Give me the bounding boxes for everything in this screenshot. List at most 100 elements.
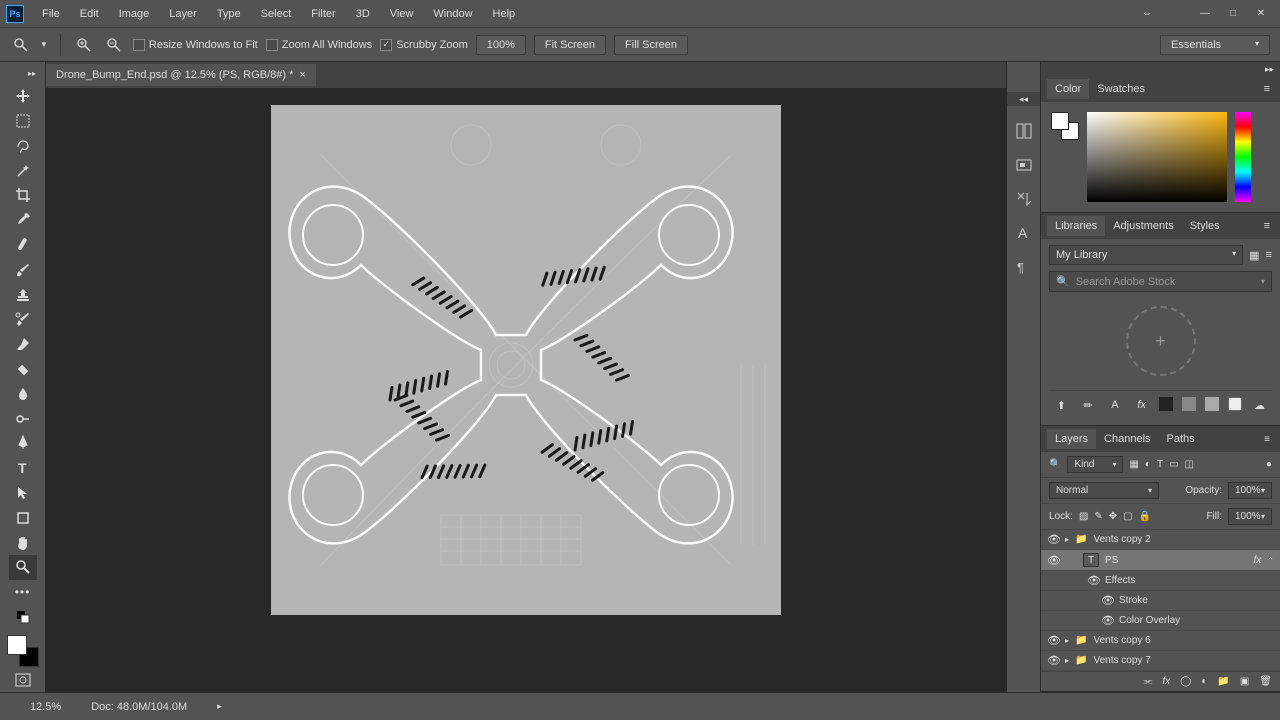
lib-swatch2-icon[interactable] bbox=[1182, 397, 1196, 411]
expand-panels-icon[interactable]: ◂◂ bbox=[1007, 92, 1040, 106]
fit-screen-button[interactable]: Fit Screen bbox=[534, 35, 606, 55]
layer-fx-icon[interactable]: fx bbox=[1162, 676, 1170, 687]
hue-slider[interactable] bbox=[1235, 112, 1251, 202]
tab-channels[interactable]: Channels bbox=[1096, 429, 1158, 449]
collapse-panels-icon[interactable]: ▸▸ bbox=[1041, 62, 1280, 76]
filter-pixel-icon[interactable]: ▦ bbox=[1129, 459, 1138, 470]
layer-row[interactable]: 👁 ▸ 📁 Vents copy 7 bbox=[1041, 651, 1280, 671]
delete-layer-icon[interactable]: 🗑 bbox=[1259, 676, 1272, 687]
menu-window[interactable]: Window bbox=[425, 6, 480, 22]
panel-menu-icon[interactable]: ≡ bbox=[1260, 83, 1274, 95]
tab-paths[interactable]: Paths bbox=[1159, 429, 1203, 449]
status-zoom[interactable]: 12.5% bbox=[30, 701, 61, 713]
maximize-button[interactable]: □ bbox=[1220, 4, 1246, 24]
tab-swatches[interactable]: Swatches bbox=[1089, 79, 1153, 99]
visibility-icon[interactable]: 👁 bbox=[1101, 594, 1113, 607]
lib-upload-icon[interactable]: ⬆ bbox=[1052, 397, 1070, 413]
lib-swatch1-icon[interactable] bbox=[1159, 397, 1173, 411]
panel-menu-icon[interactable]: ≡ bbox=[1260, 220, 1274, 232]
zoom-tool[interactable] bbox=[9, 555, 37, 580]
menu-filter[interactable]: Filter bbox=[303, 6, 343, 22]
lib-char-icon[interactable]: A bbox=[1106, 397, 1124, 413]
layer-name[interactable]: Vents copy 2 bbox=[1093, 534, 1150, 545]
lib-fx-icon[interactable]: fx bbox=[1133, 397, 1151, 413]
fx-badge[interactable]: fx bbox=[1254, 555, 1262, 566]
toolbar-expand-icon[interactable]: ▸▸ bbox=[22, 68, 42, 80]
filter-toggle-icon[interactable]: ● bbox=[1266, 459, 1272, 470]
status-doc-size[interactable]: Doc: 48.0M/104.0M bbox=[91, 701, 187, 713]
properties-panel-icon[interactable] bbox=[1015, 156, 1033, 174]
hand-tool[interactable] bbox=[9, 530, 37, 555]
paragraph-panel-icon[interactable]: ¶ bbox=[1015, 258, 1033, 276]
filter-search-icon[interactable]: 🔍 bbox=[1049, 459, 1061, 470]
panel-menu-icon[interactable]: ≡ bbox=[1260, 434, 1274, 445]
layer-effects-row[interactable]: 👁 Effects bbox=[1041, 571, 1280, 591]
visibility-icon[interactable]: 👁 bbox=[1087, 574, 1099, 587]
filter-smart-icon[interactable]: ◫ bbox=[1185, 459, 1194, 470]
list-view-icon[interactable]: ≡ bbox=[1266, 249, 1272, 261]
lock-all-icon[interactable]: 🔒 bbox=[1139, 511, 1151, 522]
visibility-icon[interactable]: 👁 bbox=[1047, 654, 1059, 667]
blur-tool[interactable] bbox=[9, 381, 37, 406]
color-panel-swatches[interactable] bbox=[1051, 112, 1079, 140]
layer-effect-row[interactable]: 👁 Color Overlay bbox=[1041, 611, 1280, 631]
visibility-icon[interactable]: 👁 bbox=[1101, 614, 1113, 627]
filter-type-icon[interactable]: T bbox=[1157, 459, 1163, 470]
fill-input[interactable]: 100%▾ bbox=[1228, 508, 1272, 525]
character-panel-icon[interactable] bbox=[1015, 190, 1033, 208]
lock-transparency-icon[interactable]: ▨ bbox=[1079, 511, 1088, 522]
stock-search-input[interactable]: 🔍 Search Adobe Stock ▾ bbox=[1049, 271, 1272, 292]
filter-adjust-icon[interactable]: ◐ bbox=[1145, 459, 1151, 470]
opacity-input[interactable]: 100%▾ bbox=[1228, 482, 1272, 499]
lib-swatch3-icon[interactable] bbox=[1205, 397, 1219, 411]
menu-layer[interactable]: Layer bbox=[161, 6, 205, 22]
color-field[interactable] bbox=[1087, 112, 1227, 202]
layer-name[interactable]: Vents copy 6 bbox=[1093, 635, 1150, 646]
visibility-icon[interactable]: 👁 bbox=[1047, 634, 1059, 647]
lock-pixels-icon[interactable]: ✎ bbox=[1094, 511, 1102, 522]
menu-type[interactable]: Type bbox=[209, 6, 249, 22]
lock-position-icon[interactable]: ✥ bbox=[1109, 511, 1117, 522]
color-swatches[interactable] bbox=[7, 635, 39, 667]
filter-kind-dropdown[interactable]: Kind▾ bbox=[1067, 456, 1123, 473]
foreground-color-swatch[interactable] bbox=[7, 635, 27, 655]
gradient-tool[interactable] bbox=[9, 357, 37, 382]
shape-tool[interactable] bbox=[9, 505, 37, 530]
grid-view-icon[interactable]: ▦ bbox=[1249, 249, 1259, 262]
close-button[interactable]: ✕ bbox=[1248, 4, 1274, 24]
library-dropdown[interactable]: My Library▾ bbox=[1049, 245, 1243, 265]
history-brush-tool[interactable] bbox=[9, 307, 37, 332]
link-layers-icon[interactable]: ⫘ bbox=[1143, 676, 1152, 687]
clone-stamp-tool[interactable] bbox=[9, 282, 37, 307]
layer-name[interactable]: Vents copy 7 bbox=[1093, 655, 1150, 666]
layer-name[interactable]: PS bbox=[1105, 555, 1118, 566]
lasso-tool[interactable] bbox=[9, 134, 37, 159]
menu-file[interactable]: File bbox=[34, 6, 68, 22]
menu-3d[interactable]: 3D bbox=[348, 6, 378, 22]
history-panel-icon[interactable] bbox=[1015, 122, 1033, 140]
tab-adjustments[interactable]: Adjustments bbox=[1105, 216, 1182, 236]
new-layer-icon[interactable]: ▣ bbox=[1240, 676, 1249, 687]
dock-toggle-icon[interactable]: ⇔ bbox=[1134, 4, 1160, 24]
eraser-tool[interactable] bbox=[9, 332, 37, 357]
scrubby-zoom-checkbox[interactable]: ✓Scrubby Zoom bbox=[380, 39, 468, 51]
path-selection-tool[interactable] bbox=[9, 481, 37, 506]
tab-styles[interactable]: Styles bbox=[1182, 216, 1228, 236]
layer-row[interactable]: 👁 ▸ 📁 Vents copy 2 bbox=[1041, 530, 1280, 550]
canvas[interactable] bbox=[271, 105, 781, 615]
menu-select[interactable]: Select bbox=[253, 6, 300, 22]
adjustment-layer-icon[interactable]: ◐ bbox=[1201, 676, 1207, 687]
zoom-percent-button[interactable]: 100% bbox=[476, 35, 526, 55]
lib-cloud-icon[interactable]: ☁ bbox=[1251, 397, 1269, 413]
eyedropper-tool[interactable] bbox=[9, 208, 37, 233]
blend-mode-dropdown[interactable]: Normal▾ bbox=[1049, 482, 1159, 499]
default-colors-icon[interactable] bbox=[9, 605, 37, 630]
document-tab[interactable]: Drone_Bump_End.psd @ 12.5% (PS, RGB/8#) … bbox=[46, 64, 316, 86]
lock-artboard-icon[interactable]: ▢ bbox=[1123, 511, 1132, 522]
layer-effect-row[interactable]: 👁 Stroke bbox=[1041, 591, 1280, 611]
lib-brush-icon[interactable]: ✏ bbox=[1079, 397, 1097, 413]
move-tool[interactable] bbox=[9, 84, 37, 109]
type-tool[interactable]: T bbox=[9, 456, 37, 481]
layer-row[interactable]: 👁 ▸ 📁 Vents copy 6 bbox=[1041, 631, 1280, 651]
lib-swatch4-icon[interactable] bbox=[1228, 397, 1242, 411]
